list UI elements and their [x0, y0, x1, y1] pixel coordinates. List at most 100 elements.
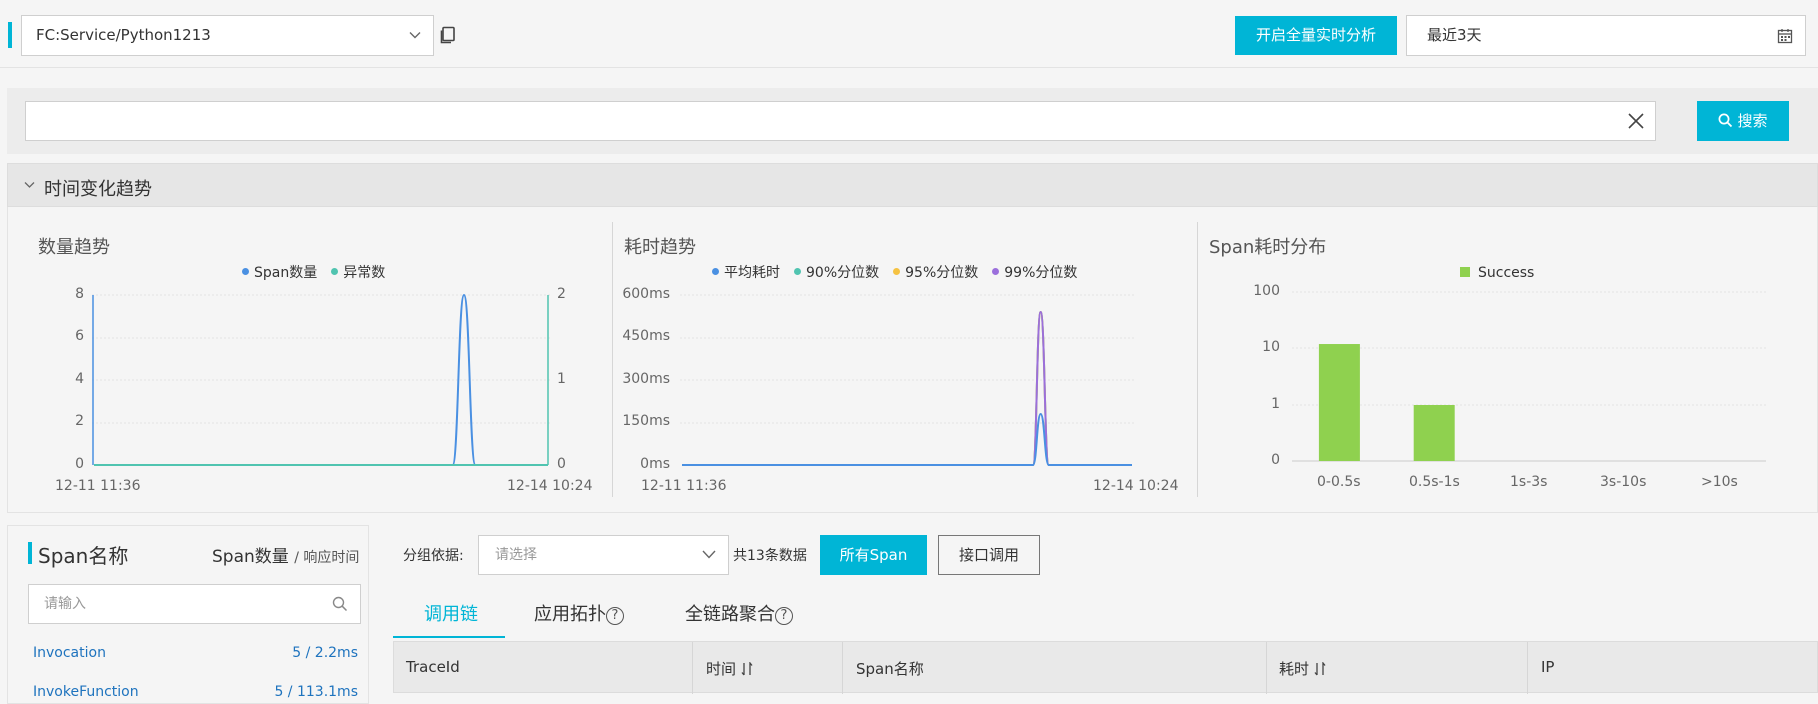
- time-range-select[interactable]: 最近3天: [1406, 15, 1806, 56]
- x-tick: 0-0.5s: [1317, 474, 1361, 490]
- search-input[interactable]: [25, 101, 1656, 141]
- sort-icon[interactable]: [1314, 661, 1326, 676]
- bar-0-0.5s[interactable]: [1318, 344, 1360, 461]
- y-tick: 600ms: [622, 286, 670, 302]
- clear-icon[interactable]: [1627, 112, 1645, 130]
- y2-tick: 2: [557, 286, 566, 302]
- tab-label: 调用链: [424, 604, 478, 625]
- column-span-name[interactable]: Span名称: [856, 658, 924, 679]
- legend-label: 99%分位数: [1004, 265, 1078, 281]
- x-tick: 0.5s-1s: [1409, 474, 1460, 490]
- legend-item[interactable]: 90%分位数: [794, 265, 879, 281]
- legend-dot: [331, 268, 339, 275]
- trace-table-header: TraceId 时间 Span名称 耗时 IP: [393, 641, 1818, 694]
- tab-label: 应用拓扑: [534, 604, 606, 625]
- column-ip[interactable]: IP: [1541, 658, 1554, 676]
- legend-swatch: [1460, 267, 1470, 277]
- group-by-placeholder: 请选择: [495, 547, 537, 563]
- chevron-down-icon: [702, 550, 716, 559]
- span-panel-title: Span名称: [38, 544, 129, 568]
- x-tick: 12-11 11:36: [55, 478, 141, 494]
- span-list-item[interactable]: InvokeFunction 5 / 113.1ms: [33, 684, 358, 700]
- api-call-button[interactable]: 接口调用: [938, 535, 1040, 575]
- trend-section-title: 时间变化趋势: [44, 179, 152, 200]
- column-label: 时间: [706, 660, 737, 678]
- column-divider: [842, 642, 843, 694]
- span-item-value: 5 / 2.2ms: [292, 645, 358, 661]
- search-icon: [1719, 113, 1733, 128]
- sort-icon[interactable]: [741, 661, 753, 676]
- tab-app-topology[interactable]: 应用拓扑?: [534, 600, 624, 640]
- legend-item[interactable]: Span数量: [242, 265, 317, 281]
- all-span-button[interactable]: 所有Span: [820, 535, 927, 575]
- span-count-header: Span数量 / 响应时间: [212, 542, 359, 567]
- column-duration[interactable]: 耗时: [1279, 658, 1326, 679]
- span-count-header-main: Span数量: [212, 547, 289, 567]
- search-button[interactable]: 搜索: [1697, 101, 1789, 141]
- column-divider: [1527, 642, 1528, 694]
- count-chart-legend: Span数量 异常数: [242, 262, 399, 282]
- legend-item[interactable]: 99%分位数: [992, 265, 1077, 281]
- column-label: 耗时: [1279, 660, 1310, 678]
- legend-label: 90%分位数: [806, 265, 880, 281]
- tab-label: 全链路聚合: [685, 604, 775, 625]
- span-list-item[interactable]: Invocation 5 / 2.2ms: [33, 645, 358, 661]
- y-tick: 150ms: [622, 413, 670, 429]
- result-count: 共13条数据: [733, 548, 807, 564]
- chart-divider: [612, 222, 613, 497]
- x-tick: 1s-3s: [1510, 474, 1548, 490]
- group-by-label: 分组依据:: [403, 548, 464, 564]
- calendar-icon: [1777, 29, 1793, 44]
- tab-full-chain-aggregation[interactable]: 全链路聚合?: [685, 600, 793, 640]
- search-button-label: 搜索: [1737, 112, 1768, 130]
- y2-tick: 1: [557, 371, 566, 387]
- latency-chart-plot: [680, 294, 1134, 467]
- help-icon[interactable]: ?: [606, 607, 624, 625]
- tab-call-chain[interactable]: 调用链: [424, 600, 478, 640]
- span-count-header-sub: / 响应时间: [294, 550, 360, 566]
- x-tick: 12-11 11:36: [641, 478, 727, 494]
- x-tick: 3s-10s: [1600, 474, 1647, 490]
- chevron-down-icon: [24, 182, 35, 188]
- legend-label: 平均耗时: [724, 265, 780, 281]
- y-tick: 2: [75, 413, 84, 429]
- trend-section-header[interactable]: 时间变化趋势: [7, 163, 1818, 207]
- y-tick: 0: [75, 456, 84, 472]
- legend-item[interactable]: 95%分位数: [893, 265, 978, 281]
- time-range-value: 最近3天: [1427, 26, 1482, 44]
- distribution-chart-title: Span耗时分布: [1209, 237, 1327, 258]
- gridlines: [92, 294, 550, 424]
- count-chart-title: 数量趋势: [38, 237, 110, 258]
- realtime-analysis-button[interactable]: 开启全量实时分析: [1235, 16, 1397, 55]
- chevron-down-icon: [409, 32, 421, 39]
- copy-icon[interactable]: [440, 26, 456, 44]
- span-item-name: Invocation: [33, 645, 106, 661]
- column-time[interactable]: 时间: [706, 658, 753, 679]
- x-tick: 12-14 10:24: [507, 478, 593, 494]
- series-line-95%分位数: [682, 310, 1132, 467]
- legend-dot: [712, 268, 719, 275]
- group-by-select[interactable]: 请选择: [478, 535, 729, 575]
- span-item-name: InvokeFunction: [33, 684, 139, 700]
- y-tick: 0: [1271, 452, 1280, 468]
- span-filter-input[interactable]: 请输入: [28, 584, 361, 624]
- legend-item[interactable]: Success: [1460, 265, 1534, 281]
- x-tick: >10s: [1701, 474, 1738, 490]
- span-item-value: 5 / 113.1ms: [274, 684, 358, 700]
- help-icon[interactable]: ?: [775, 607, 793, 625]
- gridlines: [680, 294, 1134, 424]
- bar-0.5s-1s[interactable]: [1413, 405, 1455, 461]
- legend-label: 95%分位数: [905, 265, 979, 281]
- legend-item[interactable]: 平均耗时: [712, 265, 780, 281]
- latency-chart-legend: 平均耗时 90%分位数 95%分位数 99%分位数: [712, 262, 1091, 282]
- y-tick: 6: [75, 328, 84, 344]
- span-filter-placeholder: 请输入: [44, 596, 86, 612]
- legend-dot: [992, 268, 1000, 275]
- y-tick: 4: [75, 371, 84, 387]
- y-tick: 8: [75, 286, 84, 302]
- legend-item[interactable]: 异常数: [331, 265, 385, 281]
- count-chart-plot: [92, 293, 550, 467]
- service-select[interactable]: FC:Service/Python1213: [21, 15, 434, 56]
- column-traceid[interactable]: TraceId: [406, 658, 460, 676]
- panel-accent-bar: [28, 542, 32, 564]
